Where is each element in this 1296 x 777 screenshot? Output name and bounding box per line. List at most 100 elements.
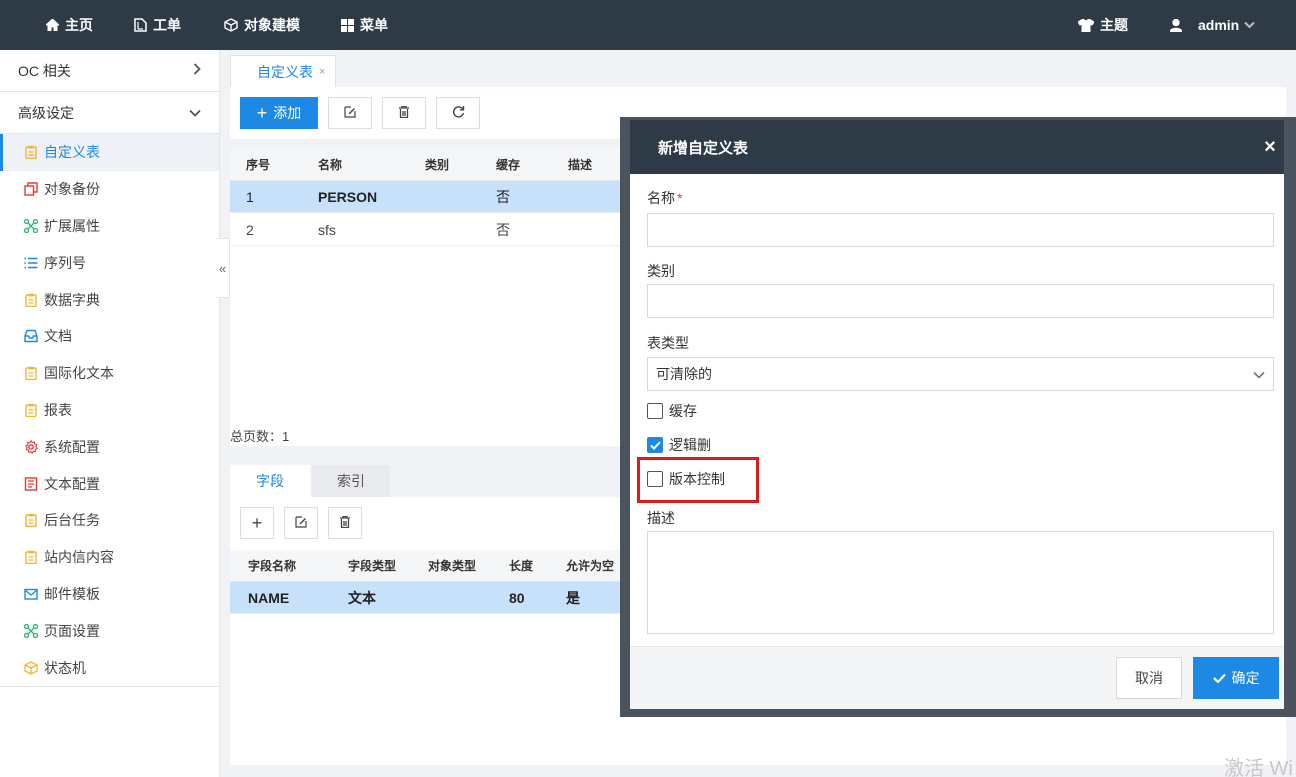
cube-icon	[24, 660, 38, 675]
delete-field-button[interactable]	[328, 507, 362, 539]
confirm-button[interactable]: 确定	[1193, 657, 1279, 699]
sidebar-item-label: 序列号	[44, 254, 86, 271]
col-header-cache[interactable]: 缓存	[496, 149, 520, 180]
clipboard-icon	[24, 550, 38, 565]
nav-home[interactable]: 主页	[46, 0, 93, 50]
row-cache: 否	[496, 188, 510, 205]
subtab-fields[interactable]: 字段	[230, 465, 310, 497]
required-mark: *	[677, 190, 683, 206]
tab-custom-table[interactable]: 自定义表 ×	[230, 55, 336, 87]
sidebar-item[interactable]: 序列号	[0, 244, 219, 281]
trash-icon	[399, 105, 409, 121]
logical-delete-checkbox[interactable]: 逻辑删	[647, 436, 711, 454]
version-control-checkbox[interactable]: 版本控制	[647, 470, 725, 488]
double-chevron-left-icon: «	[218, 260, 227, 276]
total-pages-label: 总页数：	[230, 429, 283, 444]
col-header-nullable[interactable]: 允许为空	[566, 550, 614, 581]
name-label: 名称 *	[647, 188, 682, 208]
sidebar-group-advanced[interactable]: 高级设定	[0, 92, 219, 134]
sidebar-item[interactable]: 对象备份	[0, 171, 219, 208]
category-label: 类别	[647, 263, 675, 279]
col-header-desc[interactable]: 描述	[568, 149, 592, 180]
checkbox-box	[647, 471, 663, 487]
chevron-down-icon	[1253, 366, 1265, 382]
col-header-category[interactable]: 类别	[425, 149, 449, 180]
sidebar-item-label: 页面设置	[44, 622, 100, 639]
sidebar-item[interactable]: 文本配置	[0, 465, 219, 502]
sidebar-item-label: 国际化文本	[44, 365, 114, 382]
sidebar-item-label: 状态机	[44, 659, 86, 676]
nav-workorder[interactable]: 工单	[134, 0, 181, 50]
sidebar-item[interactable]: 页面设置	[0, 612, 219, 649]
edit-icon	[295, 515, 307, 531]
row-field-name: NAME	[248, 589, 290, 606]
list-icon	[24, 256, 38, 270]
sidebar-group-oc[interactable]: OC 相关	[0, 50, 219, 92]
col-header-no[interactable]: 序号	[246, 149, 270, 180]
dialog-title: 新增自定义表	[658, 139, 749, 157]
nav-menu[interactable]: 菜单	[341, 0, 388, 50]
clipboard-icon	[24, 366, 38, 381]
sidebar: OC 相关 高级设定 自定义表对象备份扩展属性序列号数据字典文档国际化文本报表系…	[0, 50, 220, 777]
cancel-button[interactable]: 取消	[1116, 657, 1182, 699]
desc-textarea[interactable]	[647, 531, 1274, 634]
add-field-button[interactable]: +	[240, 507, 274, 539]
sidebar-item[interactable]: 扩展属性	[0, 208, 219, 245]
sidebar-item[interactable]: 邮件模板	[0, 576, 219, 613]
name-input[interactable]	[647, 213, 1274, 247]
sidebar-item-label: 文档	[44, 328, 72, 345]
edit-field-button[interactable]	[284, 507, 318, 539]
desc-label: 描述	[647, 510, 675, 526]
clipboard-icon	[24, 513, 38, 528]
col-header-field-name[interactable]: 字段名称	[248, 550, 296, 581]
chevron-down-icon	[1244, 21, 1255, 29]
row-name: PERSON	[318, 188, 378, 205]
edit-icon	[344, 105, 356, 121]
sidebar-item[interactable]: 自定义表	[0, 134, 219, 171]
sidebar-item-label: 文本配置	[44, 475, 100, 492]
nav-theme[interactable]: 主题	[1078, 0, 1128, 50]
sidebar-item[interactable]: 文档	[0, 318, 219, 355]
trash-icon	[340, 515, 350, 531]
subtab-index[interactable]: 索引	[312, 465, 390, 497]
sidebar-collapse-handle[interactable]: «	[216, 238, 230, 298]
table-type-value: 可清除的	[656, 366, 712, 382]
edit-button[interactable]	[328, 97, 372, 129]
row-field-type: 文本	[348, 589, 376, 606]
nav-user[interactable]: admin	[1170, 0, 1255, 50]
sidebar-item[interactable]: 状态机	[0, 649, 219, 686]
cache-checkbox[interactable]: 缓存	[647, 402, 697, 420]
delete-button[interactable]	[382, 97, 426, 129]
category-input[interactable]	[647, 284, 1274, 318]
sidebar-item[interactable]: 报表	[0, 392, 219, 429]
sidebar-item-label: 对象备份	[44, 181, 100, 198]
plus-icon: +	[251, 512, 263, 533]
sidebar-item[interactable]: 站内信内容	[0, 539, 219, 576]
home-icon	[46, 19, 59, 31]
tab-close-icon[interactable]: ×	[319, 66, 325, 78]
check-icon	[1212, 673, 1226, 683]
new-custom-table-dialog: 新增自定义表 × 名称 * 类别 表类型 可清除的 缓存 逻辑删 版本控制 描述 …	[630, 120, 1284, 709]
sidebar-item[interactable]: 系统配置	[0, 428, 219, 465]
checkbox-box	[647, 403, 663, 419]
doc-icon	[24, 476, 38, 491]
sidebar-item-label: 邮件模板	[44, 585, 100, 602]
sidebar-item[interactable]: 后台任务	[0, 502, 219, 539]
col-header-field-type[interactable]: 字段类型	[348, 550, 396, 581]
col-header-name[interactable]: 名称	[318, 149, 342, 180]
sidebar-item[interactable]: 数据字典	[0, 281, 219, 318]
copy-icon	[24, 182, 38, 196]
sidebar-group-oc-label: OC 相关	[18, 62, 71, 79]
nav-object-model[interactable]: 对象建模	[224, 0, 300, 50]
nav-home-label: 主页	[65, 17, 93, 33]
col-header-object-type[interactable]: 对象类型	[428, 550, 476, 581]
subtab-index-label: 索引	[337, 473, 365, 489]
tab-custom-table-label: 自定义表	[257, 63, 313, 80]
col-header-length[interactable]: 长度	[509, 550, 533, 581]
refresh-button[interactable]	[436, 97, 480, 129]
close-icon[interactable]: ×	[1262, 137, 1278, 157]
table-type-select[interactable]: 可清除的	[647, 357, 1274, 391]
add-button[interactable]: + 添加	[240, 97, 318, 129]
confirm-button-label: 确定	[1231, 670, 1260, 686]
sidebar-item[interactable]: 国际化文本	[0, 355, 219, 392]
